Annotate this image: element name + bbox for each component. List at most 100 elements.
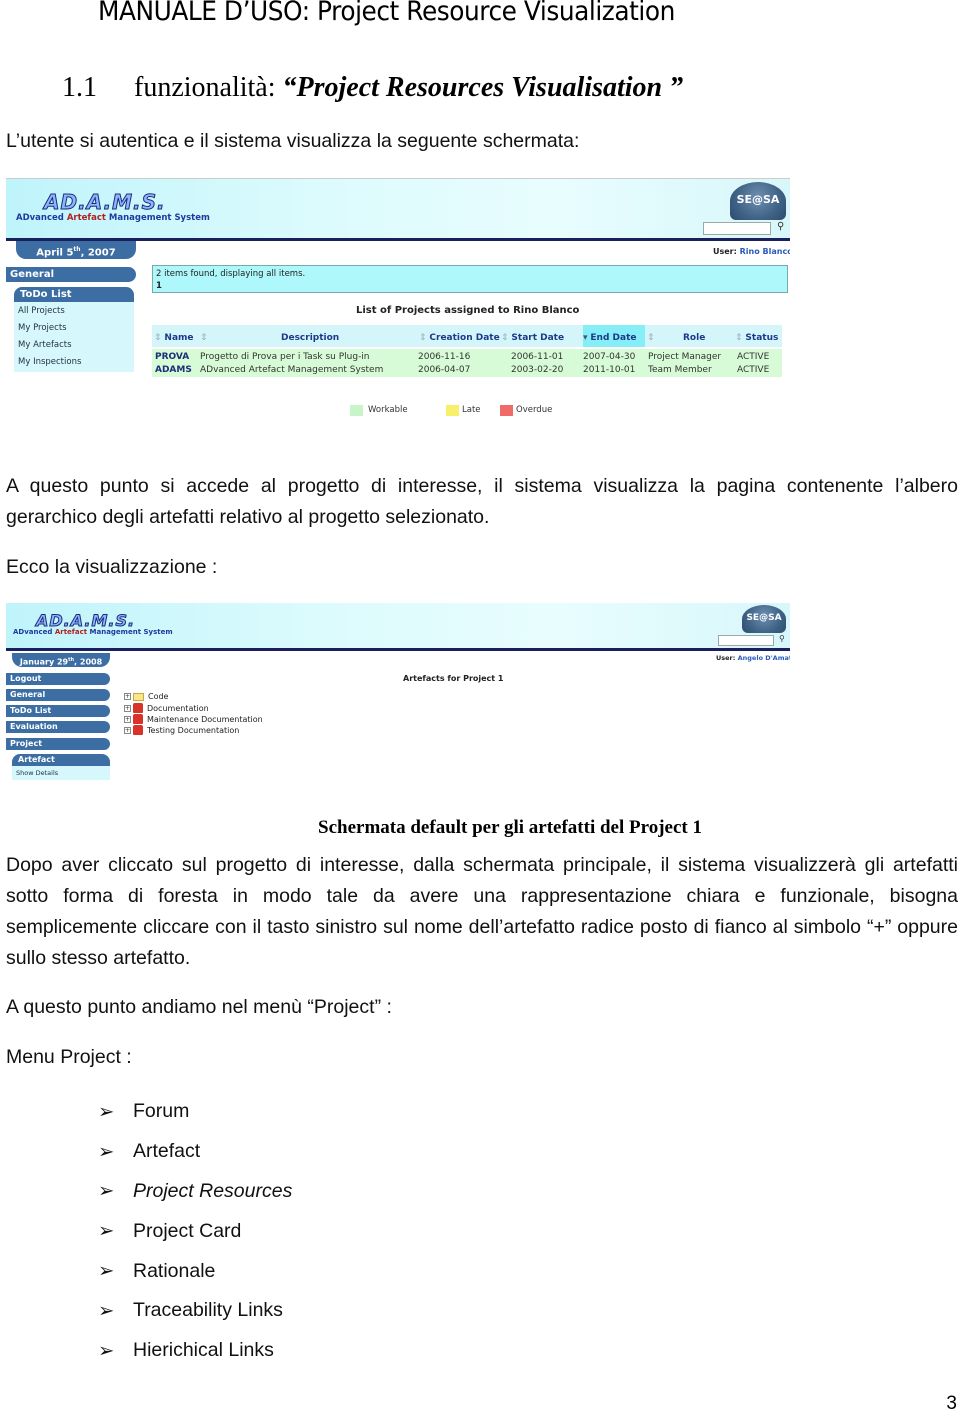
adams-logo: AD.A.M.S. (44, 190, 166, 215)
cell-description: ADvanced Artefact Management System (200, 365, 384, 375)
date-tab: January 29th, 2008 (12, 653, 110, 667)
column-header-start-date[interactable]: ⇕ Start Date (501, 333, 564, 343)
submenu-my-artefacts[interactable]: My Artefacts (18, 340, 72, 350)
cell-name[interactable]: ADAMS (155, 365, 192, 375)
intro-paragraph: L’utente si autentica e il sistema visua… (6, 130, 580, 152)
list-item: ➢ Traceability Links (98, 1299, 283, 1322)
column-header-creation-date[interactable]: ⇕ Creation Date (419, 333, 500, 343)
user-indicator: User: Angelo D'Amato (716, 654, 790, 662)
cell-name[interactable]: PROVA (155, 352, 189, 362)
list-item: ➢ Hierichical Links (98, 1339, 274, 1362)
project-menu-list: ➢ Forum ➢ Artefact ➢ Project Resources ➢ Pro… (98, 1092, 292, 1371)
arrowhead-bullet-icon: ➢ (98, 1140, 115, 1163)
nav-evaluation[interactable]: Evaluation (6, 721, 110, 733)
cell-end-date: 2011-10-01 (583, 365, 636, 375)
column-header-status[interactable]: ⇕ Status (735, 333, 778, 343)
page-title: Artefacts for Project 1 (403, 674, 504, 683)
nav-todo-list[interactable]: ToDo List (6, 705, 110, 717)
list-item: ➢ Project Card (98, 1219, 242, 1243)
legend-label-overdue: Overdue (516, 405, 553, 415)
figure-caption: Schermata default per gli artefatti del … (318, 817, 702, 838)
nav-general[interactable]: General (6, 267, 136, 282)
column-header-role[interactable]: ⇕ Role (647, 333, 735, 343)
document-icon (133, 714, 143, 724)
nav-artefact[interactable]: Artefact (12, 754, 110, 766)
expand-icon[interactable]: + (124, 726, 131, 734)
cell-end-date: 2007-04-30 (583, 352, 636, 362)
access-paragraph: A questo punto si accede al progetto di … (6, 475, 958, 528)
logo-subtitle: ADvanced Artefact Management System (16, 213, 210, 223)
submenu-all-projects[interactable]: All Projects (18, 306, 65, 316)
search-icon[interactable]: ⚲ (777, 221, 784, 232)
search-input[interactable] (703, 222, 771, 235)
submenu-my-inspections[interactable]: My Inspections (18, 357, 81, 367)
list-item: ➢ Project Resources (98, 1179, 293, 1203)
list-title: List of Projects assigned to Rino Blanco (356, 305, 580, 316)
nav-logout[interactable]: Logout (6, 673, 110, 685)
expand-icon[interactable]: + (124, 693, 131, 700)
column-header-description[interactable]: ⇕ Description (200, 333, 424, 343)
logo-subtitle: ADvanced Artefact Management System (13, 628, 173, 636)
submenu-my-projects[interactable]: My Projects (18, 323, 67, 333)
document-title: MANUALE D’USO: Project Resource Visualiz… (98, 0, 675, 27)
nav-todo-list[interactable]: ToDo List (14, 287, 134, 302)
user-indicator: User: Rino Blanco (713, 247, 790, 256)
legend-label-workable: Workable (368, 405, 408, 415)
column-header-name[interactable]: ⇕ Name (154, 333, 194, 343)
sesa-seal-logo: SE@SA (730, 182, 786, 220)
submenu-show-details[interactable]: Show Details (16, 769, 58, 777)
legend-label-late: Late (462, 405, 481, 415)
arrowhead-bullet-icon: ➢ (98, 1339, 115, 1362)
legend-swatch-late (446, 405, 459, 416)
cell-role: Project Manager (648, 352, 722, 362)
nav-project[interactable]: Project (6, 738, 110, 750)
arrowhead-bullet-icon: ➢ (98, 1220, 115, 1243)
column-header-end-date[interactable]: ▾ End Date (583, 333, 636, 343)
cell-creation-date: 2006-04-07 (418, 365, 471, 375)
cell-start-date: 2006-11-01 (511, 352, 564, 362)
arrowhead-bullet-icon: ➢ (98, 1299, 115, 1322)
legend-swatch-overdue (500, 405, 513, 416)
user-name-link[interactable]: Rino Blanco (740, 247, 790, 256)
sesa-seal-logo: SE@SA (742, 605, 786, 633)
cell-status: ACTIVE (737, 352, 770, 362)
results-info-box: 2 items found, displaying all items. 1 (152, 265, 788, 293)
cell-creation-date: 2006-11-16 (418, 352, 471, 362)
date-tab: April 5th, 2007 (16, 241, 136, 259)
screenshot-project-list: AD.A.M.S. ADvanced Artefact Management S… (6, 178, 790, 448)
menu-heading: Menu Project : (6, 1046, 132, 1068)
section-heading: 1.1 funzionalità: “Project Resources Visu… (62, 72, 683, 104)
tree-node-testing-documentation[interactable]: + Testing Documentation (124, 725, 239, 735)
search-input[interactable] (718, 635, 774, 646)
tree-node-maintenance-documentation[interactable]: + Maintenance Documentation (124, 714, 263, 724)
list-item: ➢ Artefact (98, 1140, 201, 1163)
nav-general[interactable]: General (6, 689, 110, 701)
results-count: 2 items found, displaying all items. (156, 269, 306, 279)
arrowhead-bullet-icon: ➢ (98, 1180, 115, 1203)
list-item: ➢ Rationale (98, 1259, 216, 1283)
dopo-paragraph: Dopo aver cliccato sul progetto di inter… (6, 854, 958, 969)
document-icon (133, 703, 143, 713)
cell-status: ACTIVE (737, 365, 770, 375)
search-icon[interactable]: ⚲ (779, 634, 785, 643)
cell-start-date: 2003-02-20 (511, 365, 564, 375)
expand-icon[interactable]: + (124, 715, 131, 723)
list-item: ➢ Forum (98, 1100, 190, 1123)
tree-node-documentation[interactable]: + Documentation (124, 703, 209, 713)
arrowhead-bullet-icon: ➢ (98, 1260, 115, 1283)
page-link-1[interactable]: 1 (156, 280, 784, 292)
section-number: 1.1 (62, 72, 97, 103)
section-quoted-title: “Project Resources Visualisation ” (282, 72, 684, 103)
document-icon (133, 725, 143, 735)
user-name-link[interactable]: Angelo D'Amato (738, 654, 790, 662)
section-prefix: funzionalità: (134, 72, 283, 103)
screenshot-artefact-tree: AD.A.M.S. ADvanced Artefact Management S… (6, 603, 790, 783)
arrowhead-bullet-icon: ➢ (98, 1100, 115, 1123)
expand-icon[interactable]: + (124, 704, 131, 712)
cell-role: Team Member (648, 365, 712, 375)
ecco-paragraph: Ecco la visualizzazione : (6, 556, 218, 578)
page-number: 3 (946, 1393, 957, 1414)
folder-icon (133, 692, 144, 701)
menu-intro-paragraph: A questo punto andiamo nel menù “Project… (6, 996, 392, 1018)
tree-node-code[interactable]: + Code (124, 692, 168, 701)
